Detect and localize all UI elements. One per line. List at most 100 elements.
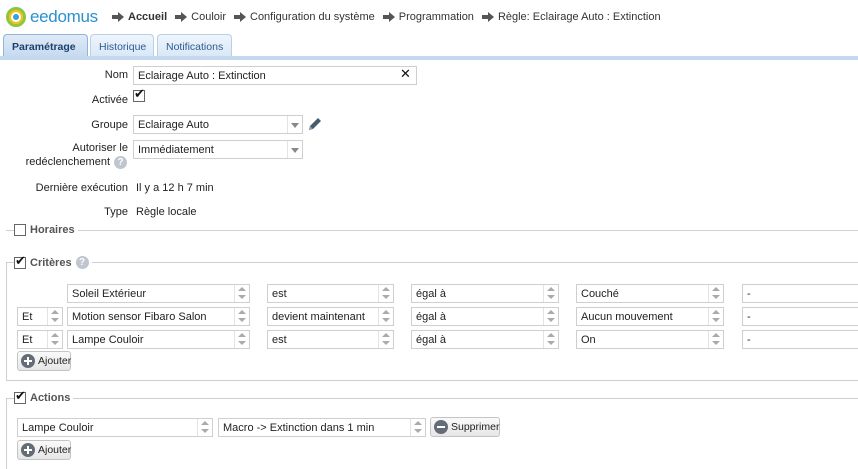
criteres-add-button[interactable]: Ajouter	[17, 351, 71, 371]
autoriser-label-1: Autoriser le	[72, 142, 128, 154]
help-icon[interactable]: ?	[114, 156, 127, 169]
pencil-icon[interactable]	[307, 116, 323, 132]
criteres-add-label: Ajouter	[38, 355, 72, 367]
arrow-right-icon	[382, 12, 395, 22]
critere-3-extra-text: -	[747, 334, 751, 346]
critere-2-verb-value: devient maintenant	[272, 311, 365, 323]
critere-3-device[interactable]: Lampe Couloir	[67, 330, 250, 349]
action-device-value: Lampe Couloir	[22, 422, 94, 434]
tab-bar: Paramétrage Historique Notifications	[0, 33, 858, 58]
breadcrumb-item-accueil[interactable]: Accueil	[112, 11, 167, 23]
critere-3-device-value: Lampe Couloir	[72, 334, 144, 346]
horaires-legend: Horaires	[14, 224, 78, 236]
horaires-checkbox[interactable]	[14, 224, 26, 236]
actions-label: Actions	[30, 392, 71, 404]
logo-text: eedomus	[30, 7, 98, 26]
critere-1-extra[interactable]: -	[742, 284, 858, 303]
critere-2-cmp-value: égal à	[416, 311, 446, 323]
critere-3-cmp[interactable]: égal à	[411, 330, 559, 349]
critere-2-extra-text: -	[747, 311, 751, 323]
chevron-down-icon	[543, 331, 558, 348]
actions-legend: Actions	[14, 389, 74, 404]
nom-label: Nom	[104, 69, 128, 81]
critere-2-device-value: Motion sensor Fibaro Salon	[72, 311, 207, 323]
critere-1-device[interactable]: Soleil Extérieur	[67, 284, 250, 303]
breadcrumb: Accueil Couloir Configuration du système…	[112, 11, 669, 23]
arrow-right-icon	[481, 12, 494, 22]
action-device-select[interactable]: Lampe Couloir	[17, 418, 213, 437]
delete-action-label: Supprimer	[451, 421, 500, 433]
critere-2-cmp[interactable]: égal à	[411, 307, 559, 326]
breadcrumb-item-regle[interactable]: Règle: Eclairage Auto : Extinction	[481, 11, 661, 23]
critere-2-op-value: Et	[22, 311, 33, 323]
critere-2-value[interactable]: Aucun mouvement	[576, 307, 724, 326]
breadcrumb-item-configuration[interactable]: Configuration du système	[234, 11, 375, 23]
chevron-down-icon	[197, 419, 212, 436]
groupe-label: Groupe	[91, 119, 128, 131]
chevron-down-icon	[234, 308, 249, 325]
breadcrumb-item-couloir[interactable]: Couloir	[175, 11, 226, 23]
type-label: Type	[104, 206, 128, 218]
critere-1-extra-text: -	[747, 288, 751, 300]
derniere-execution-value: Il y a 12 h 7 min	[136, 182, 214, 194]
critere-2-extra[interactable]: -	[742, 307, 858, 326]
critere-3-value[interactable]: On	[576, 330, 724, 349]
arrow-right-icon	[175, 12, 188, 22]
chevron-down-icon	[543, 308, 558, 325]
autoriser-select[interactable]: Immédiatement	[133, 140, 303, 159]
critere-3-verb-value: est	[272, 334, 287, 346]
nom-input[interactable]: Eclairage Auto : Extinction	[133, 66, 417, 85]
chevron-down-icon	[543, 285, 558, 302]
critere-1-cmp-value: égal à	[416, 288, 446, 300]
arrow-right-icon	[234, 12, 246, 22]
logo-icon	[6, 7, 26, 27]
actions-add-button[interactable]: Ajouter	[17, 440, 71, 460]
tab-underline	[0, 56, 858, 60]
groupe-select[interactable]: Eclairage Auto	[133, 115, 303, 134]
top-header: eedomus Accueil Couloir Configuration du…	[0, 0, 858, 33]
critere-1-value[interactable]: Couché	[576, 284, 724, 303]
tab-notifications[interactable]: Notifications	[157, 34, 232, 57]
chevron-down-icon	[378, 308, 393, 325]
tab-parametrage[interactable]: Paramétrage	[3, 34, 88, 58]
chevron-down-icon	[378, 331, 393, 348]
breadcrumb-item-programmation[interactable]: Programmation	[382, 11, 474, 23]
delete-action-button[interactable]: Supprimer	[430, 417, 500, 437]
criteres-label: Critères	[30, 256, 72, 269]
chevron-down-icon	[708, 331, 723, 348]
eedomus-logo[interactable]: eedomus	[6, 6, 98, 30]
clear-icon[interactable]: ✕	[400, 67, 411, 82]
critere-3-op-value: Et	[22, 334, 33, 346]
critere-3-verb[interactable]: est	[267, 330, 394, 349]
critere-2-op[interactable]: Et	[17, 307, 63, 326]
critere-2-value-text: Aucun mouvement	[581, 311, 673, 323]
chevron-down-icon	[287, 141, 302, 158]
chevron-down-icon	[708, 308, 723, 325]
tab-historique[interactable]: Historique	[90, 34, 154, 57]
critere-2-device[interactable]: Motion sensor Fibaro Salon	[67, 307, 250, 326]
action-macro-select[interactable]: Macro -> Extinction dans 1 min	[218, 418, 426, 437]
plus-icon	[21, 443, 35, 457]
autoriser-value: Immédiatement	[138, 144, 214, 156]
critere-3-cmp-value: égal à	[416, 334, 446, 346]
horaires-divider	[6, 230, 858, 231]
critere-3-op[interactable]: Et	[17, 330, 63, 349]
nom-value: Eclairage Auto : Extinction	[138, 70, 266, 82]
type-value: Règle locale	[136, 206, 197, 218]
critere-1-cmp[interactable]: égal à	[411, 284, 559, 303]
derniere-execution-label: Dernière exécution	[35, 182, 128, 194]
chevron-down-icon	[234, 285, 249, 302]
chevron-down-icon	[47, 331, 62, 348]
chevron-down-icon	[287, 116, 302, 133]
critere-2-verb[interactable]: devient maintenant	[267, 307, 394, 326]
critere-1-verb-value: est	[272, 288, 287, 300]
criteres-checkbox[interactable]	[14, 254, 26, 269]
arrow-right-icon	[112, 12, 124, 22]
critere-3-extra[interactable]: -	[742, 330, 858, 349]
critere-1-verb[interactable]: est	[267, 284, 394, 303]
help-icon[interactable]: ?	[75, 256, 89, 269]
critere-1-device-value: Soleil Extérieur	[72, 288, 146, 300]
horaires-label: Horaires	[30, 224, 75, 236]
actions-checkbox[interactable]	[14, 389, 26, 404]
activee-checkbox[interactable]	[133, 87, 145, 102]
